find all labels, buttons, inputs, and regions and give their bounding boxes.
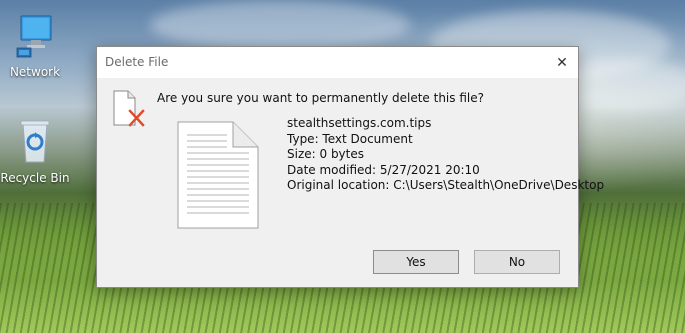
file-date-modified: Date modified: 5/27/2021 20:10 — [287, 162, 480, 177]
recycle-bin-icon — [0, 118, 70, 167]
desktop-icon-label: Network — [9, 65, 61, 79]
file-type: Type: Text Document — [287, 131, 413, 146]
network-icon — [0, 14, 70, 61]
dialog-titlebar[interactable]: Delete File ✕ — [97, 47, 578, 78]
desktop-icon-network[interactable]: Network — [0, 14, 70, 79]
file-original-location: Original location: C:\Users\Stealth\OneD… — [287, 178, 605, 192]
close-icon: ✕ — [556, 54, 568, 71]
no-button[interactable]: No — [474, 250, 560, 274]
file-name: stealthsettings.com.tips — [287, 116, 432, 130]
yes-button[interactable]: Yes — [373, 250, 459, 274]
desktop-icon-label: Recycle Bin — [0, 171, 70, 185]
confirmation-question: Are you sure you want to permanently del… — [157, 91, 484, 105]
delete-file-dialog: Delete File ✕ Are you sure you want to p… — [96, 46, 604, 288]
text-document-icon — [177, 121, 259, 229]
file-details: stealthsettings.com.tips Type: Text Docu… — [287, 116, 604, 194]
desktop-icon-recycle-bin[interactable]: Recycle Bin — [0, 118, 70, 185]
close-button[interactable]: ✕ — [546, 47, 578, 78]
dialog-title: Delete File — [105, 55, 169, 69]
delete-warning-icon — [111, 90, 147, 128]
file-size: Size: 0 bytes — [287, 147, 364, 161]
